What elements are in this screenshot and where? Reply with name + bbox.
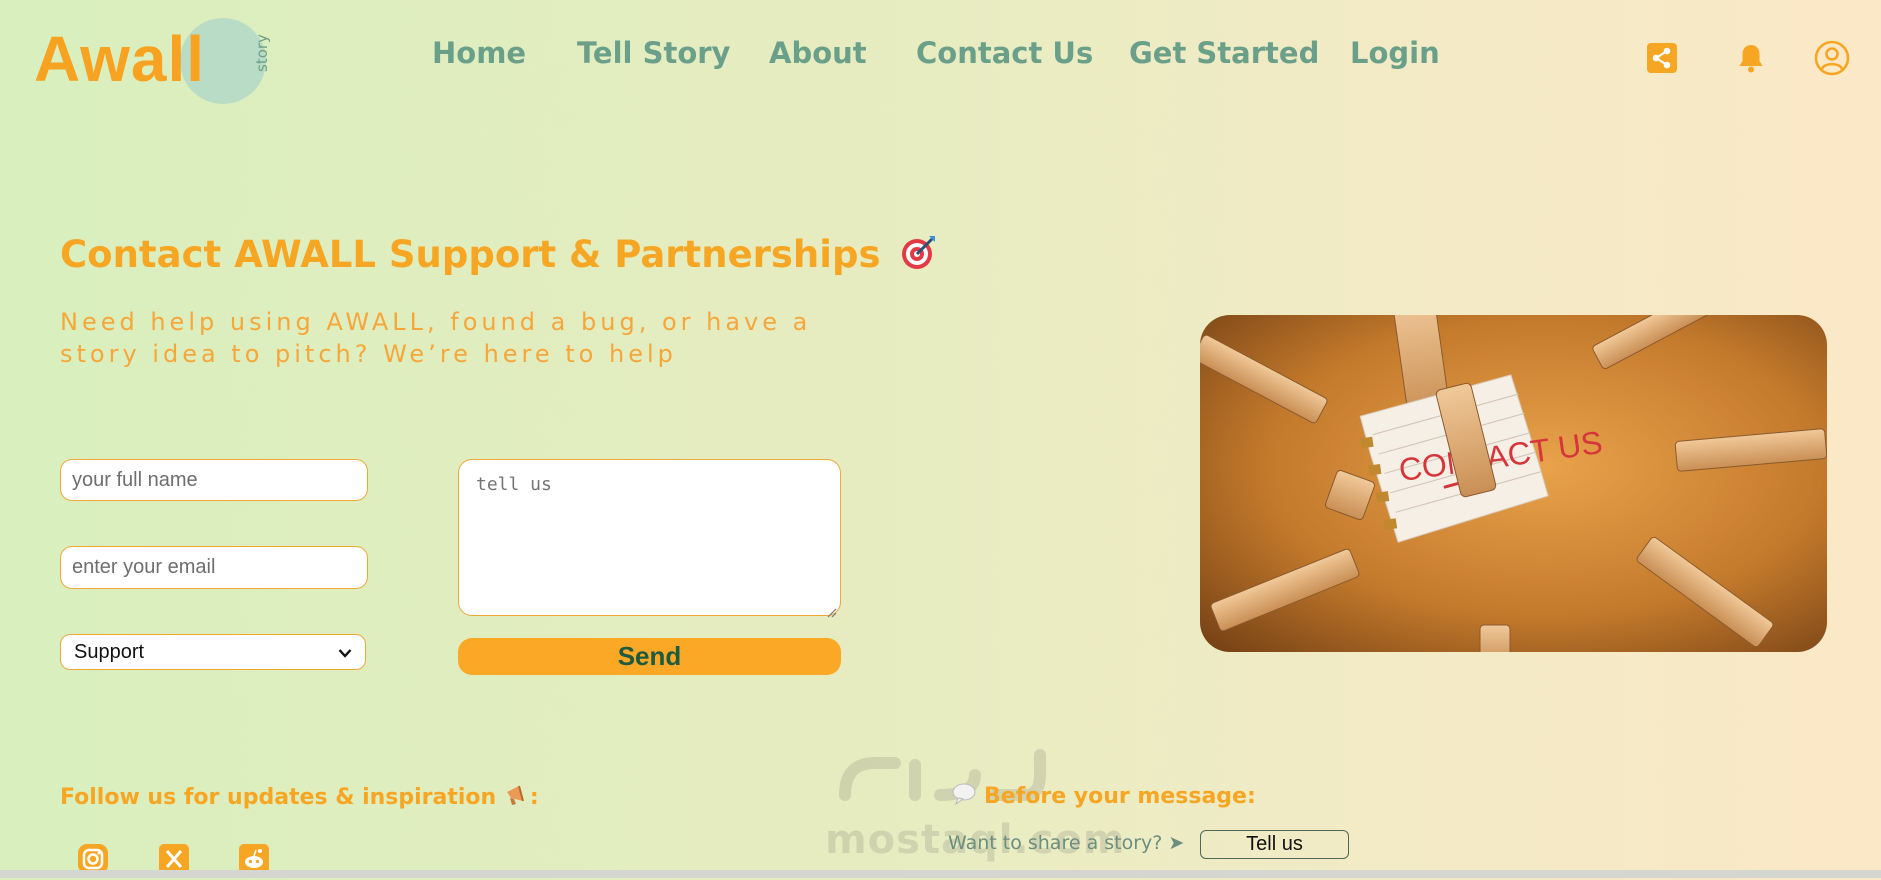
speech-bubble-icon xyxy=(952,783,976,811)
topic-select-value: Support xyxy=(74,640,145,663)
before-heading-text: Before your message: xyxy=(984,784,1256,809)
nav-get-started[interactable]: Get Started xyxy=(1129,36,1319,70)
topic-select[interactable]: Support xyxy=(60,634,366,670)
share-icon[interactable] xyxy=(1644,40,1680,76)
nav-contact-us[interactable]: Contact Us xyxy=(916,36,1093,70)
email-input[interactable] xyxy=(60,546,368,589)
nav-about[interactable]: About xyxy=(769,36,867,70)
send-button[interactable]: Send xyxy=(458,638,841,675)
nav-home[interactable]: Home xyxy=(432,36,526,70)
user-icon[interactable] xyxy=(1814,40,1850,76)
before-heading: Before your message: xyxy=(952,783,1256,811)
tell-us-button[interactable]: Tell us xyxy=(1200,830,1349,859)
page-title-text: Contact AWALL Support & Partnerships xyxy=(60,233,881,276)
nav-tell-story[interactable]: Tell Story xyxy=(577,36,730,70)
bell-icon[interactable] xyxy=(1733,40,1769,76)
follow-heading-text: Follow us for updates & inspiration xyxy=(60,785,497,810)
target-icon xyxy=(899,232,939,281)
nav-login[interactable]: Login xyxy=(1350,36,1440,70)
contact-photo: CONTACT US xyxy=(1200,315,1827,652)
logo-text: Awall xyxy=(34,23,205,95)
megaphone-icon xyxy=(504,783,530,813)
contact-illustration: CONTACT US xyxy=(1200,315,1827,652)
horizontal-scrollbar[interactable] xyxy=(0,870,1881,878)
logo[interactable]: Awall story xyxy=(34,14,271,104)
page-subtitle: Need help using AWALL, found a bug, or h… xyxy=(60,308,812,368)
logo-sub: story xyxy=(253,34,271,72)
message-textarea[interactable] xyxy=(458,459,841,616)
page-title: Contact AWALL Support & Partnerships xyxy=(60,232,939,281)
follow-heading-suffix: : xyxy=(529,785,539,810)
share-story-prompt: Want to share a story? ➤ xyxy=(948,832,1185,854)
chevron-down-icon xyxy=(338,641,352,664)
follow-heading: Follow us for updates & inspiration : xyxy=(60,783,539,813)
full-name-input[interactable] xyxy=(60,459,368,501)
resize-grip-icon[interactable] xyxy=(827,603,837,622)
